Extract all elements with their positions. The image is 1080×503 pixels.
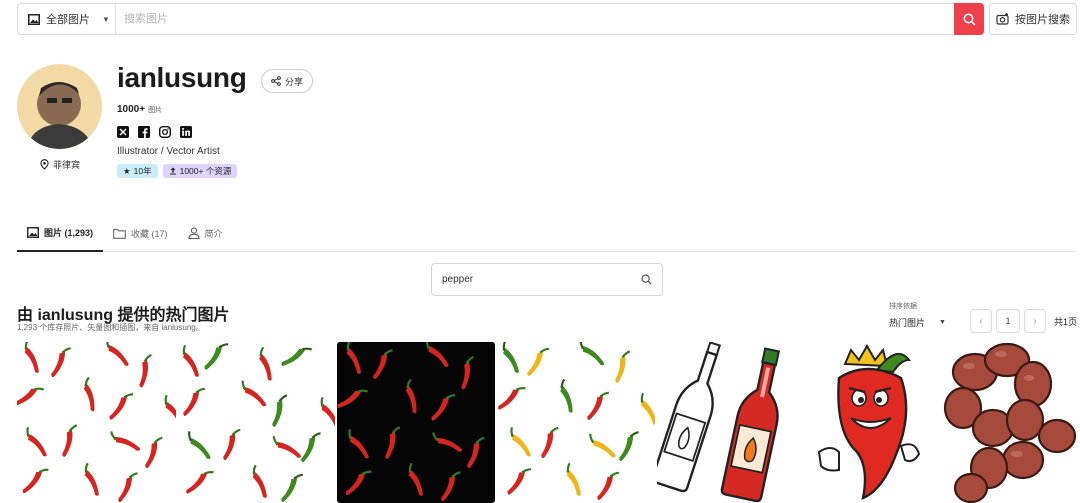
profile-title: Illustrator / Vector Artist: [117, 146, 220, 157]
location-label: 菲律宾: [53, 160, 81, 170]
chevron-left-icon: ‹: [979, 315, 983, 327]
search-icon[interactable]: [641, 274, 652, 285]
search-input[interactable]: [116, 4, 954, 34]
tab-images[interactable]: 图片 (1,293): [17, 214, 104, 252]
tab-label: 图片 (1,293): [44, 227, 94, 238]
gallery-item[interactable]: [17, 342, 176, 503]
chevron-right-icon: ›: [1033, 315, 1037, 327]
facebook-icon[interactable]: [138, 126, 150, 138]
tab-label: 简介: [204, 228, 223, 239]
category-label: 全部图片: [46, 14, 90, 26]
chevron-down-icon: ▼: [939, 319, 946, 326]
search-bar: 全部图片 ▼: [17, 3, 984, 35]
gallery-item[interactable]: [817, 342, 927, 503]
location: 菲律宾: [40, 158, 80, 171]
profile-tabs: 图片 (1,293) 收藏 (17) 简介: [17, 214, 1077, 252]
image-icon: [28, 13, 40, 25]
sort-label: 排序依据: [889, 303, 917, 310]
share-label: 分享: [284, 76, 303, 87]
star-icon: ★: [123, 165, 131, 176]
linkedin-icon[interactable]: [180, 126, 192, 138]
location-pin-icon: [40, 159, 49, 170]
count-unit: 图片: [148, 107, 163, 114]
gallery-item[interactable]: [337, 342, 495, 503]
next-page-button[interactable]: ›: [1024, 309, 1046, 333]
page-input[interactable]: 1: [996, 309, 1020, 333]
resources-label: 1000+ 个资源: [179, 166, 232, 176]
prev-page-button[interactable]: ‹: [970, 309, 992, 333]
chevron-down-icon: ▼: [102, 14, 110, 24]
folder-icon: [113, 228, 126, 239]
tab-about[interactable]: 简介: [178, 214, 233, 252]
search-button[interactable]: [954, 3, 984, 35]
category-select[interactable]: 全部图片 ▼: [18, 4, 116, 34]
resource-count: 1000+ 图片: [117, 104, 162, 115]
avatar: [17, 64, 102, 149]
resources-badge: 1000+ 个资源: [162, 164, 238, 178]
portfolio-search-input[interactable]: [442, 274, 622, 285]
portfolio-search: [431, 263, 663, 296]
username: ianlusung: [117, 62, 247, 93]
section-subtitle: 1,293 个库存照片、矢量图和插图，来自 ianlusung。: [17, 323, 204, 332]
tab-label: 收藏 (17): [131, 228, 168, 239]
share-button[interactable]: 分享: [261, 69, 313, 93]
image-search-button[interactable]: 按图片搜索: [989, 3, 1077, 35]
search-icon: [963, 13, 976, 26]
count-value: 1000+: [117, 104, 146, 115]
years-badge: ★ 10年: [117, 164, 158, 178]
sort-select[interactable]: 热门图片 ▼: [889, 316, 946, 329]
sort-value: 热门图片: [889, 318, 926, 328]
instagram-icon[interactable]: [159, 126, 171, 138]
share-icon: [271, 76, 281, 86]
pagination: ‹ 1 › 共1页: [970, 309, 1077, 333]
image-search-label: 按图片搜索: [1015, 14, 1070, 26]
years-label: 10年: [133, 166, 152, 176]
x-icon[interactable]: [117, 126, 129, 138]
social-links: [117, 126, 192, 138]
image-icon: [27, 226, 39, 238]
gallery-item[interactable]: [929, 342, 1077, 503]
gallery-item[interactable]: [177, 342, 335, 503]
page-total: 共1页: [1054, 316, 1078, 327]
gallery-item[interactable]: [497, 342, 655, 503]
upload-icon: [169, 167, 176, 175]
tab-collections[interactable]: 收藏 (17): [103, 214, 178, 252]
user-icon: [187, 227, 200, 239]
profile-badges: ★ 10年 1000+ 个资源: [117, 164, 238, 178]
gallery-item[interactable]: [657, 342, 817, 503]
camera-search-icon: [996, 13, 1009, 25]
